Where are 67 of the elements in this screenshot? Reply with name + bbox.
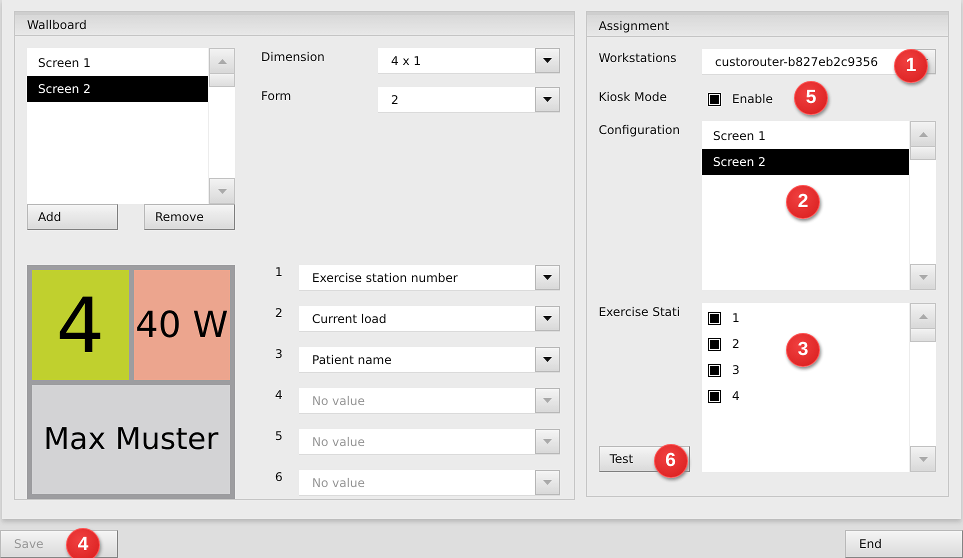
checkbox-label: 4: [732, 389, 740, 403]
caret-icon: [543, 357, 552, 362]
caret-icon: [543, 97, 552, 102]
slot-dropdown[interactable]: Exercise station number: [299, 265, 560, 291]
add-button[interactable]: Add: [27, 204, 118, 230]
checkbox[interactable]: [708, 390, 721, 402]
caret-icon: [543, 316, 552, 321]
caret-icon: [543, 480, 552, 485]
dimension-dropdown[interactable]: 4 x 1: [378, 48, 560, 74]
slot-number: 4: [275, 388, 283, 404]
scroll-up-button[interactable]: [910, 303, 936, 329]
panel-title: Assignment: [598, 18, 670, 32]
callout-badge: 5: [794, 81, 828, 115]
screen-list-item[interactable]: Screen 2: [27, 76, 208, 102]
form-dropdown[interactable]: 2: [378, 87, 560, 113]
configuration-list-item[interactable]: Screen 2: [702, 149, 909, 175]
checkbox[interactable]: [708, 364, 721, 376]
dimension-label: Dimension: [261, 49, 325, 66]
panel-title: Wallboard: [27, 18, 87, 32]
caret-icon: [543, 58, 552, 63]
configuration-list-item[interactable]: Screen 1: [702, 123, 909, 149]
caret-icon: [543, 398, 552, 403]
kiosk-mode-label: Kiosk Mode: [598, 89, 667, 106]
scroll-down-button[interactable]: [910, 264, 936, 290]
scrollbar-thumb[interactable]: [209, 74, 235, 87]
scroll-up-icon: [918, 314, 928, 318]
checkbox[interactable]: [708, 312, 721, 324]
slot-dropdown[interactable]: Patient name: [299, 347, 560, 373]
scroll-up-button[interactable]: [209, 48, 235, 74]
scrollbar[interactable]: [909, 121, 936, 290]
checkbox-label: 2: [732, 337, 740, 351]
caret-icon: [543, 439, 552, 444]
scroll-up-icon: [218, 58, 226, 64]
scroll-down-icon: [918, 456, 928, 462]
scroll-down-button[interactable]: [209, 178, 235, 204]
preview-tile: 40 W: [134, 270, 230, 380]
slot-number: 1: [275, 265, 283, 281]
scrollbar[interactable]: [909, 303, 936, 472]
slot-dropdown[interactable]: Current load: [299, 306, 560, 332]
scroll-down-button[interactable]: [910, 446, 936, 472]
screen-list-item[interactable]: Screen 1: [27, 50, 208, 76]
checkbox[interactable]: [708, 92, 721, 106]
exercise-stations-label: Exercise Stati: [598, 304, 682, 319]
scroll-down-icon: [218, 188, 226, 194]
preview-tile: Max Muster: [32, 385, 230, 494]
preview-tile: 4: [32, 270, 128, 380]
scrollbar-thumb[interactable]: [910, 147, 936, 160]
checkbox-label: 1: [732, 311, 740, 325]
slot-number: 3: [275, 347, 283, 363]
remove-button[interactable]: Remove: [144, 204, 235, 230]
callout-badge: 6: [654, 444, 688, 478]
configuration-label: Configuration: [598, 122, 680, 139]
workstations-label: Workstations: [598, 50, 677, 67]
scroll-up-button[interactable]: [910, 121, 936, 147]
slot-number: 6: [275, 470, 283, 486]
checkbox-label: 3: [732, 363, 740, 377]
scrollbar-thumb[interactable]: [910, 329, 936, 342]
checkbox-label: Enable: [732, 92, 773, 106]
slot-number: 2: [275, 306, 283, 322]
scrollbar[interactable]: [208, 48, 235, 204]
form-label: Form: [261, 88, 292, 105]
caret-icon: [543, 275, 552, 280]
scroll-down-icon: [918, 274, 928, 280]
checkbox[interactable]: [708, 338, 721, 350]
end-button[interactable]: End: [845, 530, 963, 558]
scroll-up-icon: [918, 132, 928, 136]
slot-number: 5: [275, 429, 283, 445]
